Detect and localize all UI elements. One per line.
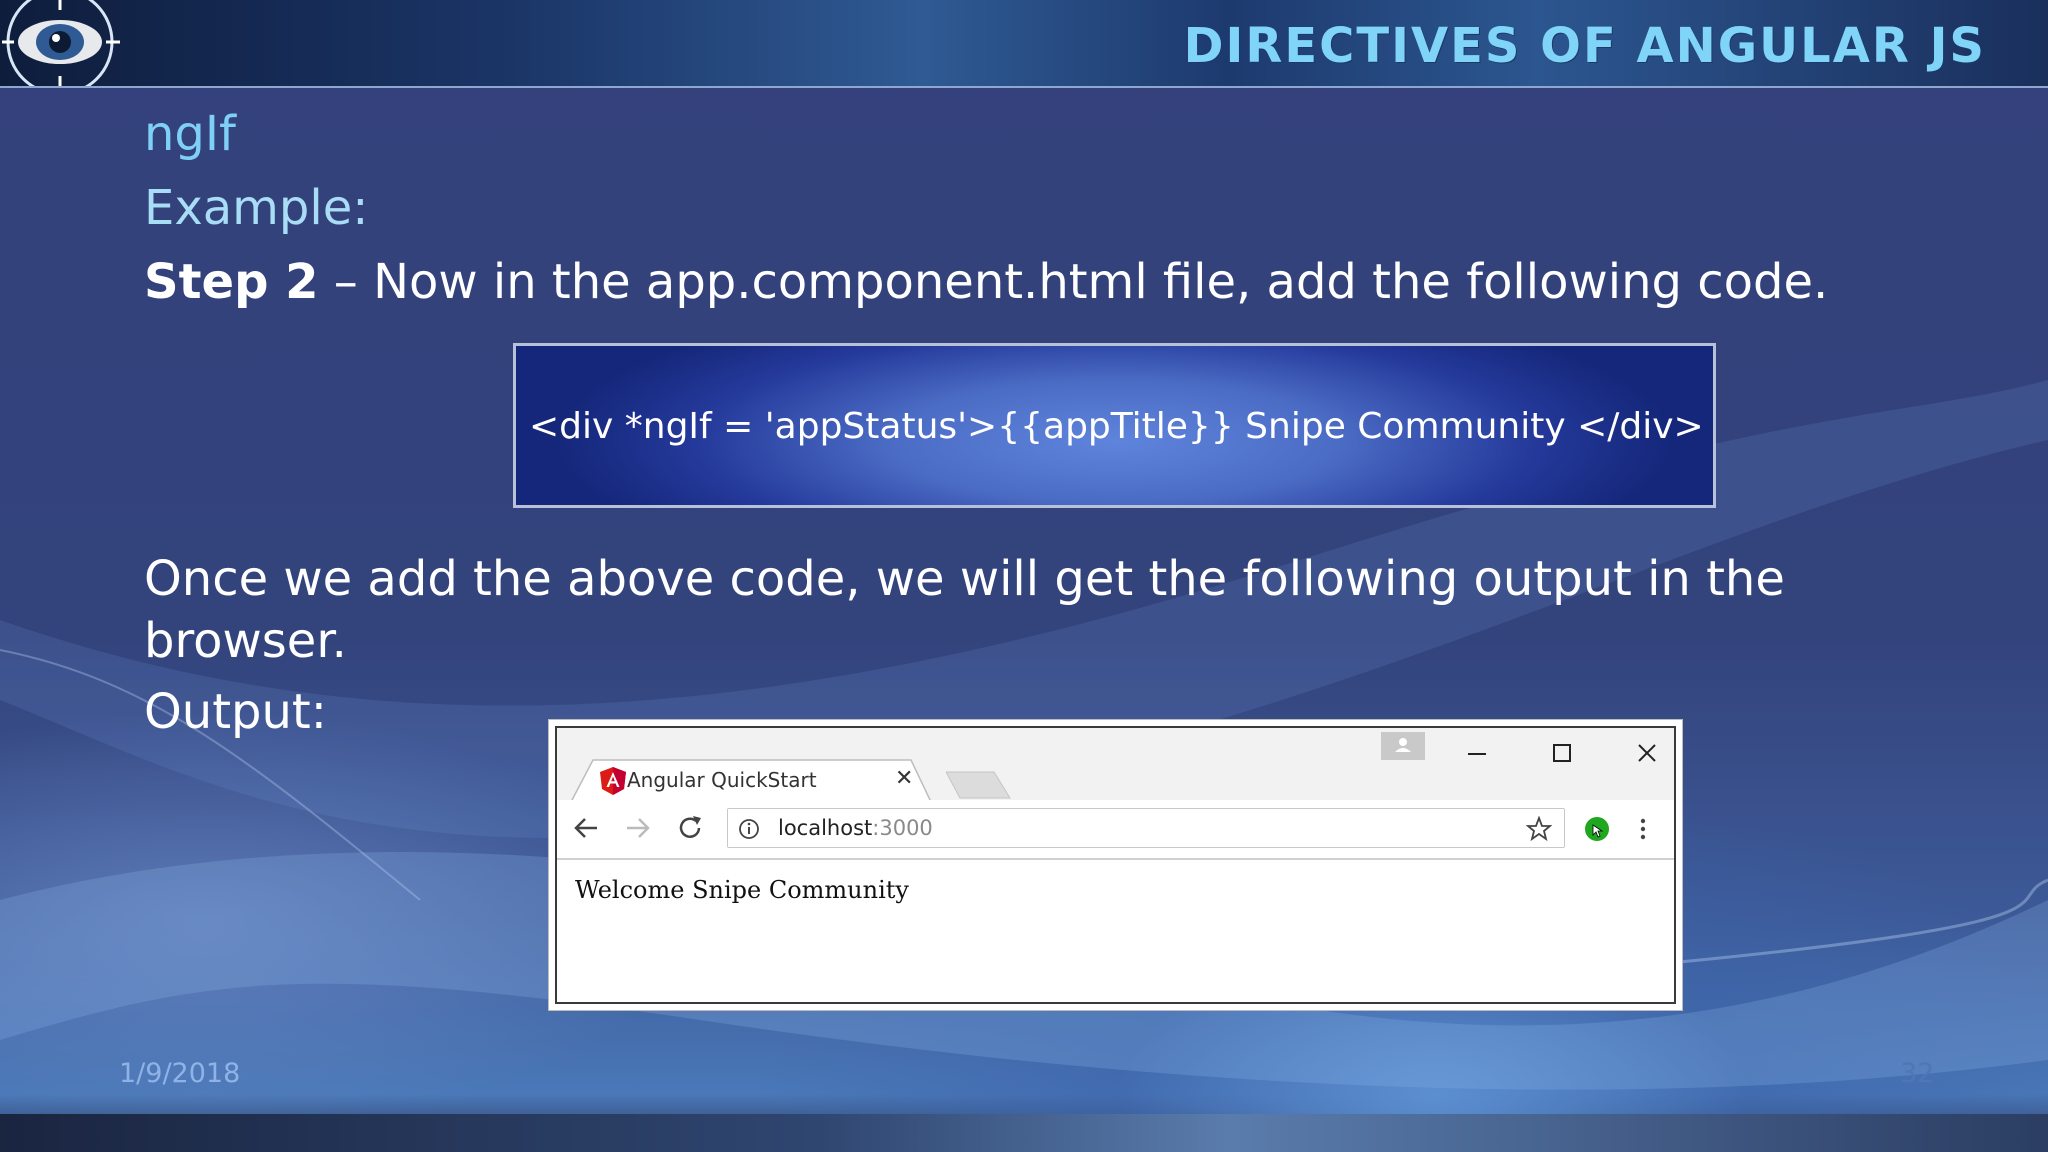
explanation-paragraph: Once we add the above code, we will get … [144,551,1785,669]
forward-arrow-icon[interactable] [623,813,653,843]
minimize-icon[interactable] [1462,738,1492,768]
page-content-text: Welcome Snipe Community [575,876,909,904]
url-text: localhost:3000 [778,816,933,840]
code-box: <div *ngIf = 'appStatus'>{{appTitle}} Sn… [513,343,1716,508]
slide-title: DIRECTIVES OF ANGULAR JS [1183,18,1986,74]
reload-icon[interactable] [675,813,705,843]
step-instruction: Step 2 – Now in the app.component.html f… [144,254,1828,310]
output-label: Output: [144,684,327,740]
slide: DIRECTIVES OF ANGULAR JS ngIf Example: S… [0,0,2048,1152]
angular-logo-icon [600,767,626,795]
close-icon[interactable] [1632,738,1662,768]
step-label: Step 2 [144,254,319,310]
browser-titlebar: Angular QuickStart ✕ [557,728,1674,802]
browser-window: Angular QuickStart ✕ localhost:3000 Welc… [555,726,1676,1004]
heading-ngif: ngIf [144,106,236,162]
header-bar: DIRECTIVES OF ANGULAR JS [0,0,2048,88]
browser-toolbar: localhost:3000 [557,800,1674,860]
code-snippet: <div *ngIf = 'appStatus'>{{appTitle}} Sn… [529,406,1704,447]
menu-dots-icon[interactable] [1637,814,1649,844]
profile-button[interactable] [1381,732,1425,760]
example-label: Example: [144,180,369,236]
new-tab-button[interactable] [946,770,1012,800]
extension-icon[interactable] [1583,815,1611,843]
address-bar[interactable]: localhost:3000 [727,808,1565,848]
back-arrow-icon[interactable] [571,813,601,843]
slide-number: 32 [1900,1058,1935,1089]
maximize-icon[interactable] [1547,738,1577,768]
browser-screenshot: Angular QuickStart ✕ localhost:3000 Welc… [549,720,1682,1010]
bottom-bar [0,1114,2048,1152]
step-text: – Now in the app.component.html file, ad… [318,254,1829,310]
info-icon[interactable] [738,818,760,840]
tab-close-icon[interactable]: ✕ [895,766,913,791]
footer-date: 1/9/2018 [119,1058,241,1089]
eye-logo-icon [2,0,120,86]
person-icon [1395,738,1411,752]
bookmark-star-icon[interactable] [1526,816,1552,842]
url-host: localhost [778,816,873,840]
tab-title: Angular QuickStart [627,768,817,792]
url-port: :3000 [872,816,933,840]
